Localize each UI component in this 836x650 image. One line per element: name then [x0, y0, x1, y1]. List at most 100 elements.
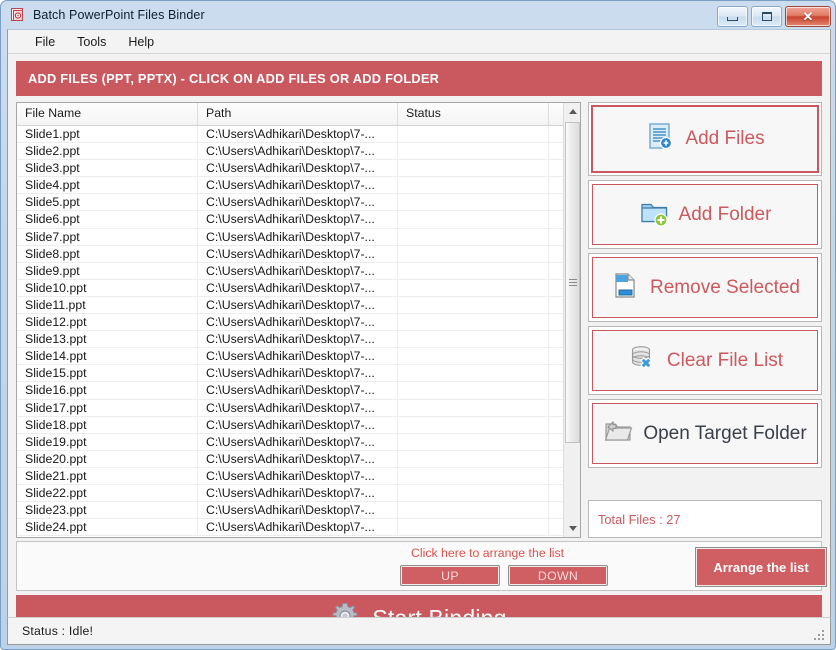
table-row[interactable]: Slide17.ppt C:\Users\Adhikari\Desktop\7-.… [17, 399, 580, 417]
cell-file-name: Slide4.ppt [17, 177, 198, 194]
cell-status [398, 126, 549, 143]
file-list-header: File Name Path Status [17, 103, 580, 126]
open-target-folder-button[interactable]: Open Target Folder [588, 399, 822, 468]
table-row[interactable]: Slide7.ppt C:\Users\Adhikari\Desktop\7-..… [17, 228, 580, 246]
table-row[interactable]: Slide10.ppt C:\Users\Adhikari\Desktop\7-.… [17, 279, 580, 297]
table-row[interactable]: Slide11.ppt C:\Users\Adhikari\Desktop\7-.… [17, 296, 580, 315]
add-folder-label: Add Folder [678, 203, 772, 225]
table-row[interactable]: Slide20.ppt C:\Users\Adhikari\Desktop\7-.… [17, 450, 580, 468]
cell-file-name: Slide6.ppt [17, 211, 198, 228]
remove-selected-button[interactable]: Remove Selected [588, 253, 822, 322]
cell-path: C:\Users\Adhikari\Desktop\7-... [198, 382, 398, 399]
cell-status [398, 160, 549, 177]
table-row[interactable]: Slide6.ppt C:\Users\Adhikari\Desktop\7-..… [17, 211, 580, 229]
cell-file-name: Slide11.ppt [17, 296, 198, 314]
close-button[interactable]: ✕ [785, 6, 831, 27]
cell-file-name: Slide21.ppt [17, 467, 198, 484]
cell-path: C:\Users\Adhikari\Desktop\7-... [198, 143, 398, 160]
cell-file-name: Slide24.ppt [17, 519, 198, 536]
clear-file-list-icon [627, 343, 658, 379]
file-list-body: Slide1.ppt C:\Users\Adhikari\Desktop\7-..… [17, 126, 580, 537]
cell-status [398, 399, 549, 416]
move-down-label: DOWN [537, 568, 579, 583]
menu-item-file[interactable]: File [24, 32, 66, 52]
table-row[interactable]: Slide15.ppt C:\Users\Adhikari\Desktop\7-.… [17, 365, 580, 383]
file-list[interactable]: File Name Path Status Slide1.ppt C:\Users… [16, 102, 581, 538]
cell-path: C:\Users\Adhikari\Desktop\7-... [198, 245, 398, 262]
table-row[interactable]: Slide22.ppt C:\Users\Adhikari\Desktop\7-.… [17, 484, 580, 503]
cell-status [398, 279, 549, 296]
cell-path: C:\Users\Adhikari\Desktop\7-... [198, 365, 398, 382]
window-controls: ✕ [717, 6, 831, 27]
action-panel: Add Files Add Folder Remove Selected Cle… [588, 102, 822, 538]
maximize-icon [761, 12, 772, 21]
add-folder-button[interactable]: Add Folder [588, 180, 822, 249]
table-row[interactable]: Slide13.ppt C:\Users\Adhikari\Desktop\7-.… [17, 331, 580, 349]
cell-file-name: Slide12.ppt [17, 314, 198, 331]
cell-path: C:\Users\Adhikari\Desktop\7-... [198, 416, 398, 433]
table-row[interactable]: Slide18.ppt C:\Users\Adhikari\Desktop\7-.… [17, 416, 580, 434]
add-files-button[interactable]: Add Files [588, 102, 822, 176]
table-row[interactable]: Slide9.ppt C:\Users\Adhikari\Desktop\7-..… [17, 262, 580, 280]
cell-path: C:\Users\Adhikari\Desktop\7-... [198, 177, 398, 194]
table-row[interactable]: Slide5.ppt C:\Users\Adhikari\Desktop\7-..… [17, 194, 580, 212]
table-row[interactable]: Slide23.ppt C:\Users\Adhikari\Desktop\7-.… [17, 502, 580, 520]
table-row[interactable]: Slide14.ppt C:\Users\Adhikari\Desktop\7-.… [17, 348, 580, 366]
table-row[interactable]: Slide19.ppt C:\Users\Adhikari\Desktop\7-.… [17, 433, 580, 451]
cell-path: C:\Users\Adhikari\Desktop\7-... [198, 160, 398, 177]
table-row[interactable]: Slide2.ppt C:\Users\Adhikari\Desktop\7-..… [17, 143, 580, 161]
resize-grip-icon[interactable] [813, 628, 826, 641]
cell-path: C:\Users\Adhikari\Desktop\7-... [198, 502, 398, 519]
cell-status [398, 296, 549, 314]
cell-status [398, 450, 549, 467]
maximize-button[interactable] [751, 6, 782, 27]
cell-path: C:\Users\Adhikari\Desktop\7-... [198, 450, 398, 467]
scrollbar-thumb[interactable] [565, 122, 580, 443]
clear-file-list-button[interactable]: Clear File List [588, 326, 822, 395]
cell-status [398, 519, 549, 536]
menu-item-tools[interactable]: Tools [66, 32, 117, 52]
add-folder-icon [639, 197, 670, 233]
cell-path: C:\Users\Adhikari\Desktop\7-... [198, 211, 398, 228]
move-up-button[interactable]: UP [400, 565, 500, 586]
cell-status [398, 314, 549, 331]
arrange-the-list-button[interactable]: Arrange the list [695, 547, 827, 587]
cell-status [398, 382, 549, 399]
table-row[interactable]: Slide3.ppt C:\Users\Adhikari\Desktop\7-..… [17, 160, 580, 178]
cell-status [398, 194, 549, 211]
table-row[interactable]: Slide8.ppt C:\Users\Adhikari\Desktop\7-..… [17, 245, 580, 263]
table-row[interactable]: Slide16.ppt C:\Users\Adhikari\Desktop\7-.… [17, 382, 580, 400]
cell-path: C:\Users\Adhikari\Desktop\7-... [198, 399, 398, 416]
minimize-button[interactable] [717, 6, 748, 27]
close-icon: ✕ [802, 9, 814, 24]
file-list-scrollbar[interactable] [563, 103, 580, 537]
cell-file-name: Slide16.ppt [17, 382, 198, 399]
cell-file-name: Slide23.ppt [17, 502, 198, 519]
column-header-path[interactable]: Path [198, 103, 398, 125]
table-row[interactable]: Slide1.ppt C:\Users\Adhikari\Desktop\7-..… [17, 126, 580, 144]
arrange-hint-label: Click here to arrange the list [411, 546, 565, 560]
status-bar: Status : Idle! [7, 617, 831, 645]
cell-file-name: Slide22.ppt [17, 484, 198, 502]
scroll-up-button[interactable] [564, 103, 580, 120]
table-row[interactable]: Slide4.ppt C:\Users\Adhikari\Desktop\7-..… [17, 177, 580, 195]
cell-file-name: Slide18.ppt [17, 416, 198, 433]
cell-path: C:\Users\Adhikari\Desktop\7-... [198, 314, 398, 331]
move-down-button[interactable]: DOWN [508, 565, 608, 586]
cell-file-name: Slide10.ppt [17, 279, 198, 296]
scroll-down-button[interactable] [564, 520, 580, 537]
cell-path: C:\Users\Adhikari\Desktop\7-... [198, 194, 398, 211]
cell-path: C:\Users\Adhikari\Desktop\7-... [198, 126, 398, 143]
title-bar: Batch PowerPoint Files Binder ✕ [1, 1, 836, 29]
table-row[interactable]: Slide21.ppt C:\Users\Adhikari\Desktop\7-.… [17, 467, 580, 485]
column-header-status[interactable]: Status [398, 103, 549, 125]
open-target-folder-icon [603, 416, 634, 452]
table-row[interactable]: Slide24.ppt C:\Users\Adhikari\Desktop\7-.… [17, 519, 580, 537]
chevron-up-icon [568, 109, 577, 114]
table-row[interactable]: Slide12.ppt C:\Users\Adhikari\Desktop\7-.… [17, 314, 580, 332]
chevron-down-icon [568, 526, 577, 531]
column-header-file-name[interactable]: File Name [17, 103, 198, 125]
add-files-label: Add Files [685, 128, 765, 149]
menu-item-help[interactable]: Help [117, 32, 165, 52]
cell-path: C:\Users\Adhikari\Desktop\7-... [198, 484, 398, 502]
